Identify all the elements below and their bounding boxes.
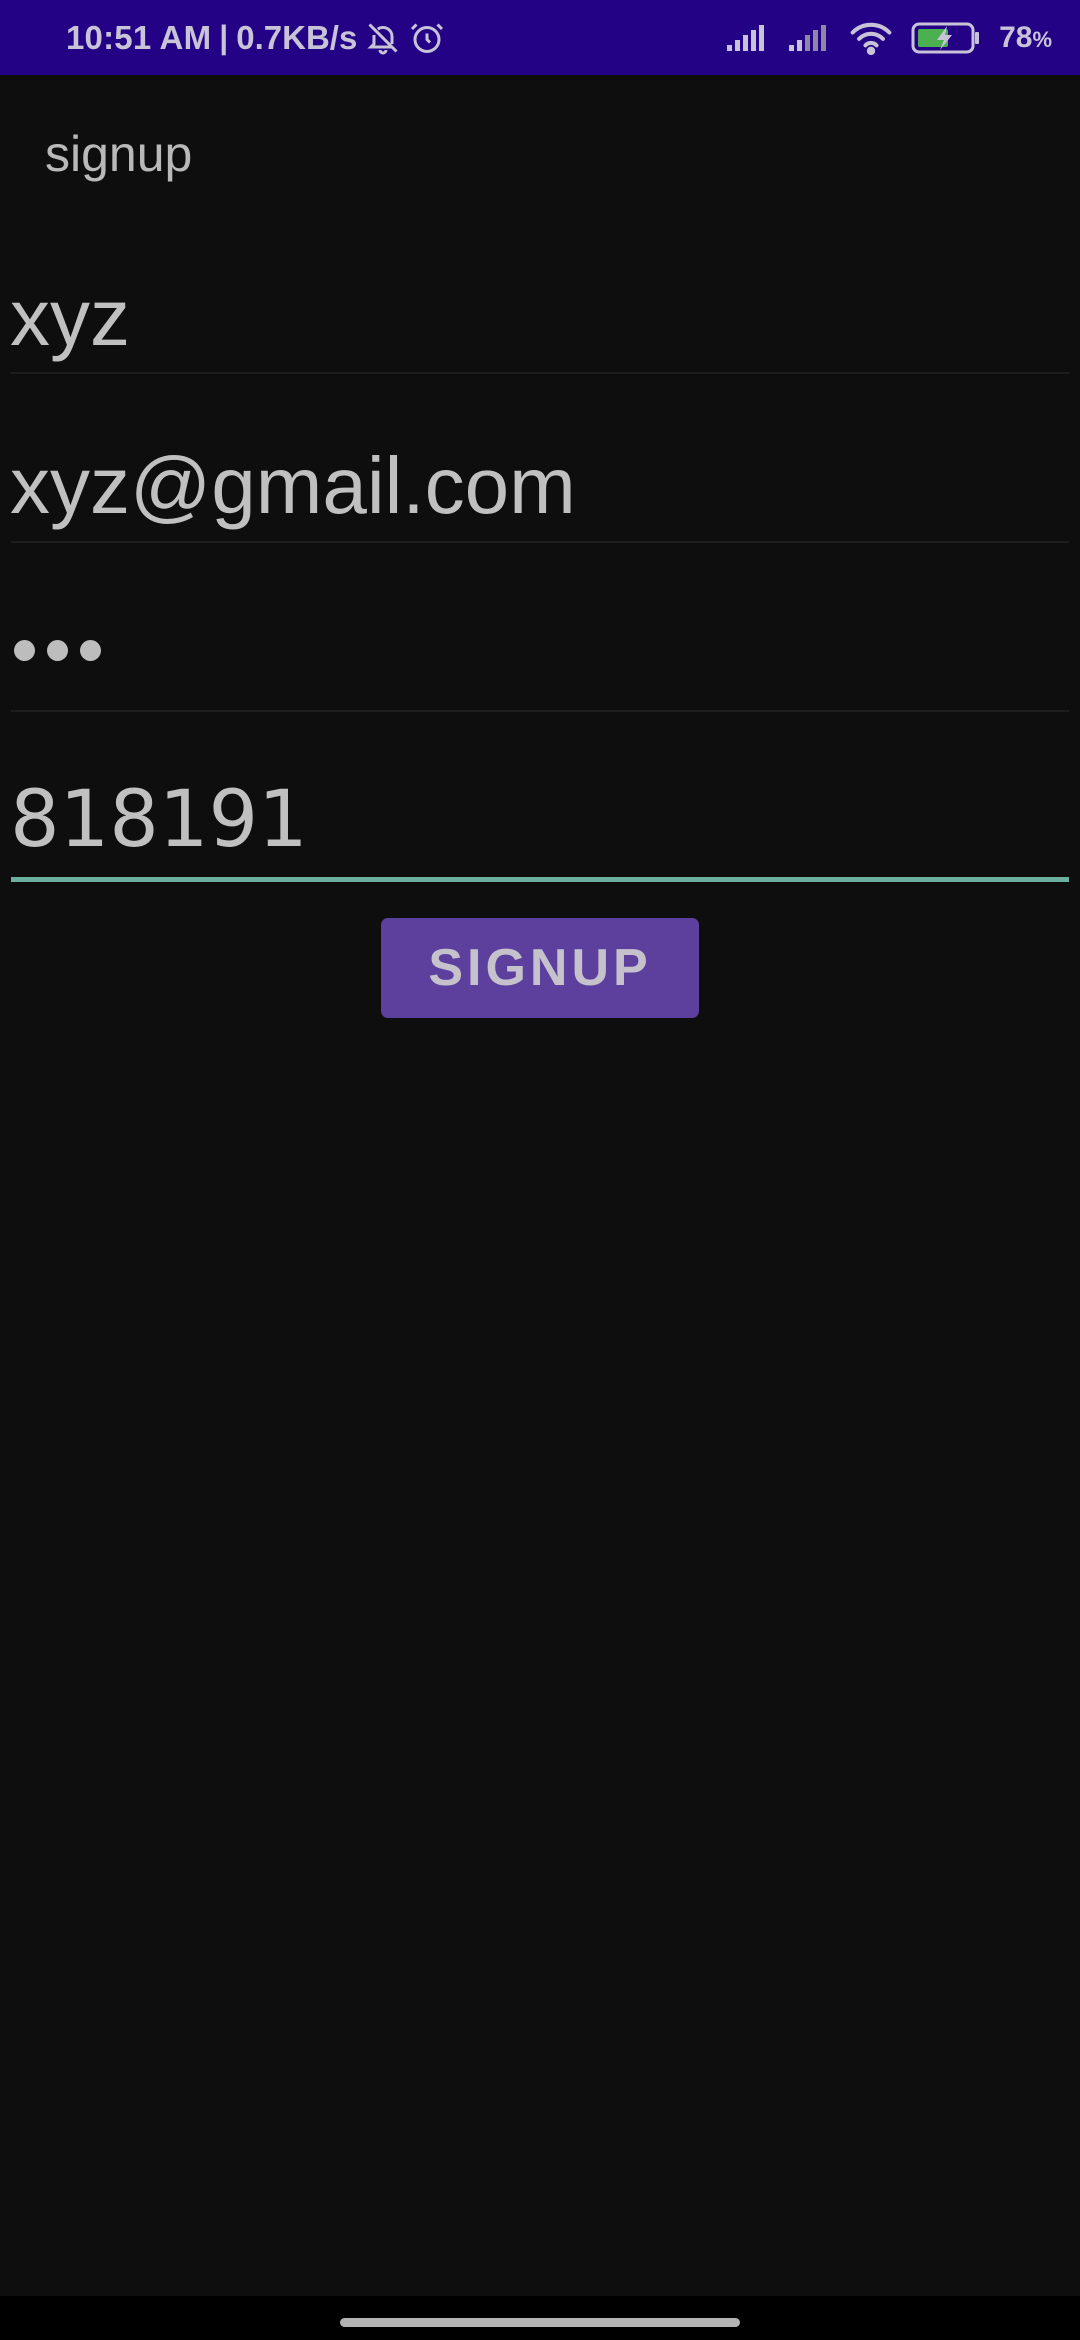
gesture-handle[interactable] <box>340 2318 740 2327</box>
phone-field[interactable] <box>10 770 1070 870</box>
password-dot <box>80 640 101 661</box>
status-separator: | <box>219 19 229 55</box>
signup-screen: 10:51 AM | 0.7KB/s 78% signup xyz xyz@gm… <box>0 0 1080 2340</box>
alarm-icon <box>409 20 445 56</box>
email-field-underline <box>11 541 1069 543</box>
phone-field-underline <box>11 877 1069 882</box>
signal-icon-2 <box>787 23 831 53</box>
wifi-icon <box>849 21 893 55</box>
password-mask <box>14 640 101 661</box>
status-time: 10:51 AM <box>66 18 212 56</box>
battery-charging-icon <box>911 21 981 55</box>
status-left: 10:51 AM | 0.7KB/s <box>66 0 445 75</box>
app-title: signup <box>45 126 193 182</box>
signup-button[interactable]: SIGNUP <box>381 918 699 1018</box>
name-field-underline <box>11 372 1069 374</box>
password-dot <box>14 640 35 661</box>
battery-percentage: 78% <box>999 20 1052 54</box>
network-speed: 0.7KB/s <box>236 18 358 56</box>
bell-off-icon <box>365 20 401 56</box>
status-bar: 10:51 AM | 0.7KB/s 78% <box>0 0 1080 75</box>
signal-icon <box>725 23 769 53</box>
password-dot <box>47 640 68 661</box>
name-field[interactable] <box>10 268 1070 368</box>
status-right: 78% <box>725 0 1052 75</box>
email-field[interactable] <box>10 436 1070 536</box>
password-field-underline <box>11 710 1069 712</box>
password-field[interactable] <box>0 600 1080 710</box>
